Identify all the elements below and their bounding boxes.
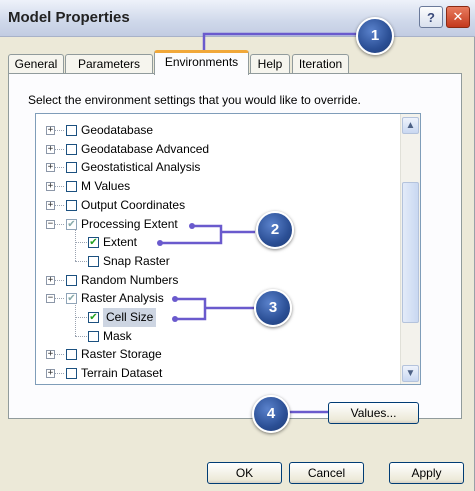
tree-item[interactable]: + Random Numbers bbox=[36, 271, 396, 290]
tree-item[interactable]: + Terrain Dataset bbox=[36, 364, 396, 383]
tab-parameters[interactable]: Parameters bbox=[65, 54, 153, 74]
title-bar: Model Properties ? ✕ bbox=[0, 0, 475, 37]
checkbox[interactable] bbox=[66, 181, 77, 193]
tree-connector bbox=[75, 335, 87, 337]
expand-icon[interactable]: + bbox=[46, 163, 55, 173]
tab-iteration[interactable]: Iteration bbox=[292, 54, 349, 74]
help-button[interactable]: ? bbox=[419, 6, 443, 28]
tree-item-label: Output Coordinates bbox=[81, 197, 186, 212]
checkbox[interactable]: ✔ bbox=[88, 312, 99, 323]
close-button[interactable]: ✕ bbox=[446, 6, 470, 28]
model-properties-dialog: Model Properties ? ✕ General Parameters … bbox=[0, 0, 475, 491]
tree-connector bbox=[75, 260, 87, 262]
tree-guide-line bbox=[75, 303, 76, 336]
window-title: Model Properties bbox=[8, 9, 130, 26]
tree-item[interactable]: ✔ Cell Size bbox=[36, 308, 396, 327]
tree-item[interactable]: Snap Raster bbox=[36, 252, 396, 271]
tree-item-label: Cell Size bbox=[103, 308, 157, 327]
ok-button[interactable]: OK bbox=[207, 462, 282, 484]
tree-connector bbox=[55, 204, 64, 206]
chevron-up-icon: ▲ bbox=[405, 120, 416, 131]
expand-icon[interactable]: + bbox=[46, 126, 55, 135]
tree-item-label: Geodatabase Advanced bbox=[81, 141, 210, 156]
scroll-thumb[interactable] bbox=[402, 182, 419, 323]
environment-tree[interactable]: + Geodatabase + Geodatabase Advanced + Geosta… bbox=[35, 113, 421, 385]
tab-environments[interactable]: Environments bbox=[154, 50, 249, 75]
expand-icon[interactable]: + bbox=[46, 275, 55, 285]
tree-item-label: Raster Analysis bbox=[81, 291, 164, 306]
cancel-button[interactable]: Cancel bbox=[289, 462, 364, 484]
expand-icon[interactable]: + bbox=[46, 182, 55, 192]
question-icon: ? bbox=[427, 9, 435, 25]
callout-4: 4 bbox=[252, 395, 290, 433]
expand-icon[interactable]: + bbox=[46, 350, 55, 360]
tree-item[interactable]: + M Values bbox=[36, 177, 396, 196]
tree-item[interactable]: + Raster Storage bbox=[36, 345, 396, 364]
checkbox[interactable] bbox=[66, 349, 77, 361]
tab-general[interactable]: General bbox=[8, 54, 64, 74]
tree-connector bbox=[55, 279, 64, 281]
checkbox[interactable] bbox=[66, 199, 77, 211]
tree-item[interactable]: ✔ Extent bbox=[36, 233, 396, 252]
tab-help[interactable]: Help bbox=[250, 54, 290, 74]
apply-button[interactable]: Apply bbox=[389, 462, 464, 484]
checkbox[interactable] bbox=[66, 125, 77, 136]
tree-connector bbox=[55, 298, 64, 300]
chevron-down-icon: ▼ bbox=[405, 368, 416, 379]
scroll-down-button[interactable]: ▼ bbox=[402, 365, 419, 382]
tree-connector bbox=[55, 130, 64, 131]
tree-item[interactable]: + Output Coordinates bbox=[36, 196, 396, 215]
expand-icon[interactable]: + bbox=[46, 144, 55, 154]
tree-item[interactable]: + Geostatistical Analysis bbox=[36, 158, 396, 177]
tree-item-label: M Values bbox=[81, 179, 131, 194]
tree-connector bbox=[55, 373, 64, 375]
tree-connector bbox=[75, 242, 87, 244]
checkbox[interactable]: ✔ bbox=[88, 237, 99, 249]
tree-guide-line bbox=[75, 228, 76, 261]
checkbox[interactable] bbox=[88, 255, 99, 267]
instruction-text: Select the environment settings that you… bbox=[28, 93, 361, 107]
tree-connector bbox=[55, 167, 64, 169]
checkbox[interactable] bbox=[66, 368, 77, 380]
callout-3: 3 bbox=[254, 289, 292, 327]
callout-2: 2 bbox=[256, 211, 294, 249]
tree-item-label: Extent bbox=[103, 235, 138, 250]
tree-item[interactable]: Mask bbox=[36, 327, 396, 346]
expand-icon[interactable]: + bbox=[46, 200, 55, 210]
collapse-icon[interactable]: − bbox=[46, 219, 55, 229]
tree-item[interactable]: + Geodatabase Advanced bbox=[36, 140, 396, 159]
scroll-up-button[interactable]: ▲ bbox=[402, 117, 419, 134]
tree-item[interactable]: − ✔ Raster Analysis bbox=[36, 289, 396, 308]
close-icon: ✕ bbox=[452, 9, 464, 24]
tree-item-label: Mask bbox=[103, 328, 132, 343]
checkbox[interactable] bbox=[66, 274, 77, 286]
tree-item[interactable]: − ✔ Processing Extent bbox=[36, 215, 396, 234]
checkbox[interactable] bbox=[66, 162, 77, 174]
tree-connector bbox=[55, 186, 64, 188]
values-button[interactable]: Values... bbox=[328, 402, 419, 424]
tree-connector bbox=[75, 317, 87, 318]
tree-item-label: Geodatabase bbox=[81, 123, 154, 137]
tree-connector bbox=[55, 223, 64, 225]
callout-1: 1 bbox=[356, 17, 394, 55]
tree-item-label: Raster Storage bbox=[81, 347, 162, 362]
tree-item-label: Terrain Dataset bbox=[81, 366, 163, 381]
tree-connector bbox=[55, 148, 64, 150]
checkbox[interactable] bbox=[66, 143, 77, 155]
expand-icon[interactable]: + bbox=[46, 369, 55, 379]
tree-item-label: Processing Extent bbox=[81, 216, 178, 231]
tree-scrollbar[interactable]: ▲ ▼ bbox=[400, 114, 420, 384]
checkbox[interactable] bbox=[88, 330, 99, 342]
tree-item-label: Snap Raster bbox=[103, 253, 170, 268]
collapse-icon[interactable]: − bbox=[46, 294, 55, 304]
tree-item-label: Geostatistical Analysis bbox=[81, 160, 201, 175]
tree-connector bbox=[55, 354, 64, 356]
tree-item[interactable]: + Geodatabase bbox=[36, 121, 396, 140]
tree-item-label: Random Numbers bbox=[81, 272, 179, 287]
